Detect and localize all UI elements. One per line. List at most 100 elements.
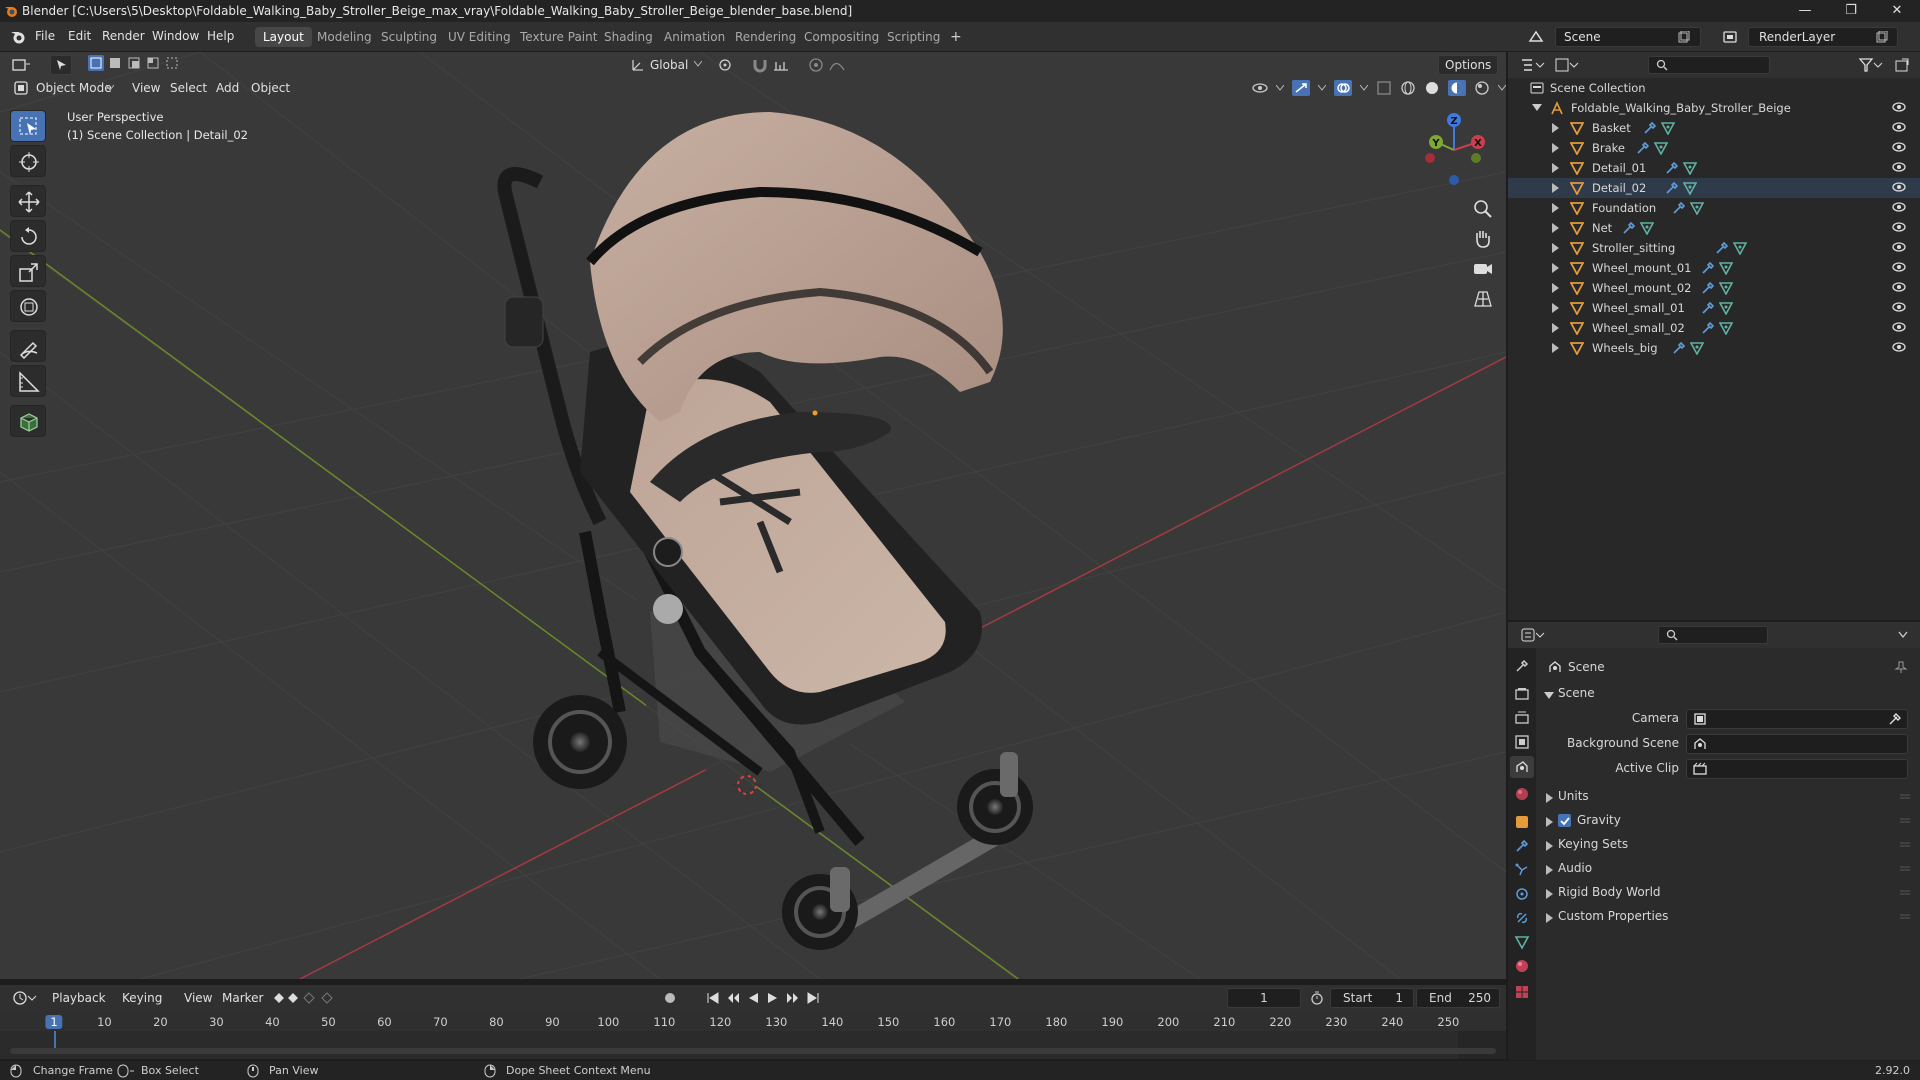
collapsed-arrow-icon[interactable] bbox=[1552, 163, 1560, 173]
modifier-wrench-icon[interactable] bbox=[1672, 341, 1686, 355]
menu-select[interactable]: Select bbox=[164, 78, 213, 98]
current-frame-field[interactable]: 1 bbox=[1227, 988, 1301, 1008]
mesh-data-icon[interactable] bbox=[1690, 201, 1704, 215]
subpanel-units[interactable]: Units bbox=[1536, 786, 1920, 808]
tab-animation[interactable]: Animation bbox=[656, 27, 733, 47]
eye-icon[interactable] bbox=[1892, 101, 1906, 113]
wireframe-shading-icon[interactable] bbox=[1400, 80, 1416, 96]
scene-icon[interactable] bbox=[1528, 29, 1544, 45]
drag-handle-icon[interactable] bbox=[1900, 842, 1910, 848]
constraints-tab-icon[interactable] bbox=[1514, 910, 1530, 926]
outliner-item-brake[interactable]: Brake bbox=[1508, 138, 1920, 158]
active-clip-field[interactable] bbox=[1686, 759, 1908, 779]
outliner-item-basket[interactable]: Basket bbox=[1508, 118, 1920, 138]
select-intersect-icon[interactable] bbox=[164, 55, 180, 71]
tool-measure[interactable] bbox=[10, 365, 46, 397]
new-view-layer-icon[interactable] bbox=[1876, 31, 1888, 43]
material-tab-icon[interactable] bbox=[1514, 958, 1530, 974]
rendered-shading-icon[interactable] bbox=[1474, 80, 1490, 96]
menu-marker[interactable]: Marker bbox=[216, 988, 269, 1008]
outliner-item-foundation[interactable]: Foundation bbox=[1508, 198, 1920, 218]
outliner-item-stroller-sitting[interactable]: Stroller_sitting bbox=[1508, 238, 1920, 258]
drag-handle-icon[interactable] bbox=[1900, 794, 1910, 800]
keyframe-controls[interactable] bbox=[272, 991, 342, 1005]
drag-handle-icon[interactable] bbox=[1900, 866, 1910, 872]
collapsed-arrow-icon[interactable] bbox=[1546, 793, 1554, 803]
outliner-item-detail-02[interactable]: Detail_02 bbox=[1508, 178, 1920, 198]
outliner-item-detail-01[interactable]: Detail_01 bbox=[1508, 158, 1920, 178]
collapsed-arrow-icon[interactable] bbox=[1552, 203, 1560, 213]
menu-add[interactable]: Add bbox=[210, 78, 245, 98]
menu-window[interactable]: Window bbox=[152, 29, 199, 43]
timeline-editor-icon[interactable] bbox=[12, 990, 38, 1006]
outliner-item-wheels-big[interactable]: Wheels_big bbox=[1508, 338, 1920, 358]
collapsed-arrow-icon[interactable] bbox=[1552, 343, 1560, 353]
select-invert-icon[interactable] bbox=[145, 55, 161, 71]
eye-icon[interactable] bbox=[1892, 201, 1906, 213]
outliner-item-wheel-mount-02[interactable]: Wheel_mount_02 bbox=[1508, 278, 1920, 298]
jump-end-icon[interactable] bbox=[806, 991, 820, 1005]
eye-icon[interactable] bbox=[1892, 341, 1906, 353]
tool-select-box[interactable] bbox=[10, 110, 46, 142]
mesh-data-icon[interactable] bbox=[1718, 321, 1733, 335]
outliner-editor-icon[interactable] bbox=[1520, 57, 1546, 73]
new-collection-icon[interactable] bbox=[1894, 57, 1910, 73]
mesh-data-icon[interactable] bbox=[1682, 161, 1697, 175]
timeline-scrollbar[interactable] bbox=[10, 1048, 1496, 1054]
close-button[interactable]: ✕ bbox=[1874, 0, 1920, 22]
modifier-wrench-icon[interactable] bbox=[1715, 241, 1729, 255]
eye-icon[interactable] bbox=[1892, 181, 1906, 193]
modifier-wrench-icon[interactable] bbox=[1665, 161, 1679, 175]
collapsed-arrow-icon[interactable] bbox=[1552, 223, 1560, 233]
collapsed-arrow-icon[interactable] bbox=[1552, 243, 1560, 253]
modifiers-tab-icon[interactable] bbox=[1514, 838, 1530, 854]
options-dropdown[interactable]: Options bbox=[1438, 55, 1499, 75]
menu-render[interactable]: Render bbox=[102, 29, 145, 43]
prev-keyframe-icon[interactable] bbox=[726, 991, 740, 1005]
tab-modeling[interactable]: Modeling bbox=[309, 27, 380, 47]
modifier-wrench-icon[interactable] bbox=[1672, 201, 1686, 215]
tool-rotate[interactable] bbox=[10, 220, 46, 252]
view-layer-tab-icon[interactable] bbox=[1514, 734, 1530, 750]
collapsed-arrow-icon[interactable] bbox=[1546, 817, 1554, 827]
subpanel-custom-properties[interactable]: Custom Properties bbox=[1536, 906, 1920, 928]
modifier-wrench-icon[interactable] bbox=[1622, 221, 1636, 235]
modifier-wrench-icon[interactable] bbox=[1701, 321, 1715, 335]
tab-uv-editing[interactable]: UV Editing bbox=[440, 27, 519, 47]
properties-editor-icon[interactable] bbox=[1520, 627, 1546, 643]
tool-transform[interactable] bbox=[10, 290, 46, 322]
play-reverse-icon[interactable] bbox=[746, 991, 760, 1005]
new-scene-icon[interactable] bbox=[1678, 31, 1690, 43]
pin-icon[interactable] bbox=[1894, 660, 1908, 674]
modifier-wrench-icon[interactable] bbox=[1701, 301, 1715, 315]
tab-shading[interactable]: Shading bbox=[596, 27, 661, 47]
add-workspace-button[interactable]: + bbox=[942, 27, 970, 47]
collapsed-arrow-icon[interactable] bbox=[1552, 143, 1560, 153]
outliner-scene-collection-row[interactable]: Scene Collection bbox=[1508, 78, 1920, 98]
modifier-wrench-icon[interactable] bbox=[1643, 121, 1657, 135]
eyedropper-icon[interactable] bbox=[1888, 712, 1902, 726]
tab-layout[interactable]: Layout bbox=[255, 27, 312, 47]
expand-arrow-icon[interactable] bbox=[1532, 104, 1542, 112]
drag-handle-icon[interactable] bbox=[1900, 818, 1910, 824]
eye-icon[interactable] bbox=[1892, 281, 1906, 293]
minimize-button[interactable]: — bbox=[1782, 0, 1828, 22]
select-subtract-icon[interactable] bbox=[126, 55, 142, 71]
camera-view-icon[interactable] bbox=[1470, 256, 1496, 282]
particles-tab-icon[interactable] bbox=[1514, 862, 1530, 878]
outliner-item-wheel-small-01[interactable]: Wheel_small_01 bbox=[1508, 298, 1920, 318]
mesh-data-icon[interactable] bbox=[1682, 181, 1697, 195]
menu-file[interactable]: File bbox=[35, 29, 55, 43]
transform-orientation-dropdown[interactable]: Global bbox=[644, 55, 694, 75]
filter-icon[interactable] bbox=[1858, 57, 1884, 73]
visibility-filter-icon[interactable] bbox=[1252, 80, 1268, 96]
modifier-wrench-icon[interactable] bbox=[1636, 141, 1650, 155]
navigation-gizmo[interactable]: Z X Y bbox=[1414, 110, 1494, 190]
camera-field[interactable] bbox=[1686, 709, 1908, 729]
eye-icon[interactable] bbox=[1892, 241, 1906, 253]
mesh-data-icon[interactable] bbox=[1654, 141, 1668, 155]
pan-hand-icon[interactable] bbox=[1470, 226, 1496, 252]
physics-tab-icon[interactable] bbox=[1514, 886, 1530, 902]
stopwatch-icon[interactable] bbox=[1310, 991, 1324, 1005]
jump-start-icon[interactable] bbox=[706, 991, 720, 1005]
